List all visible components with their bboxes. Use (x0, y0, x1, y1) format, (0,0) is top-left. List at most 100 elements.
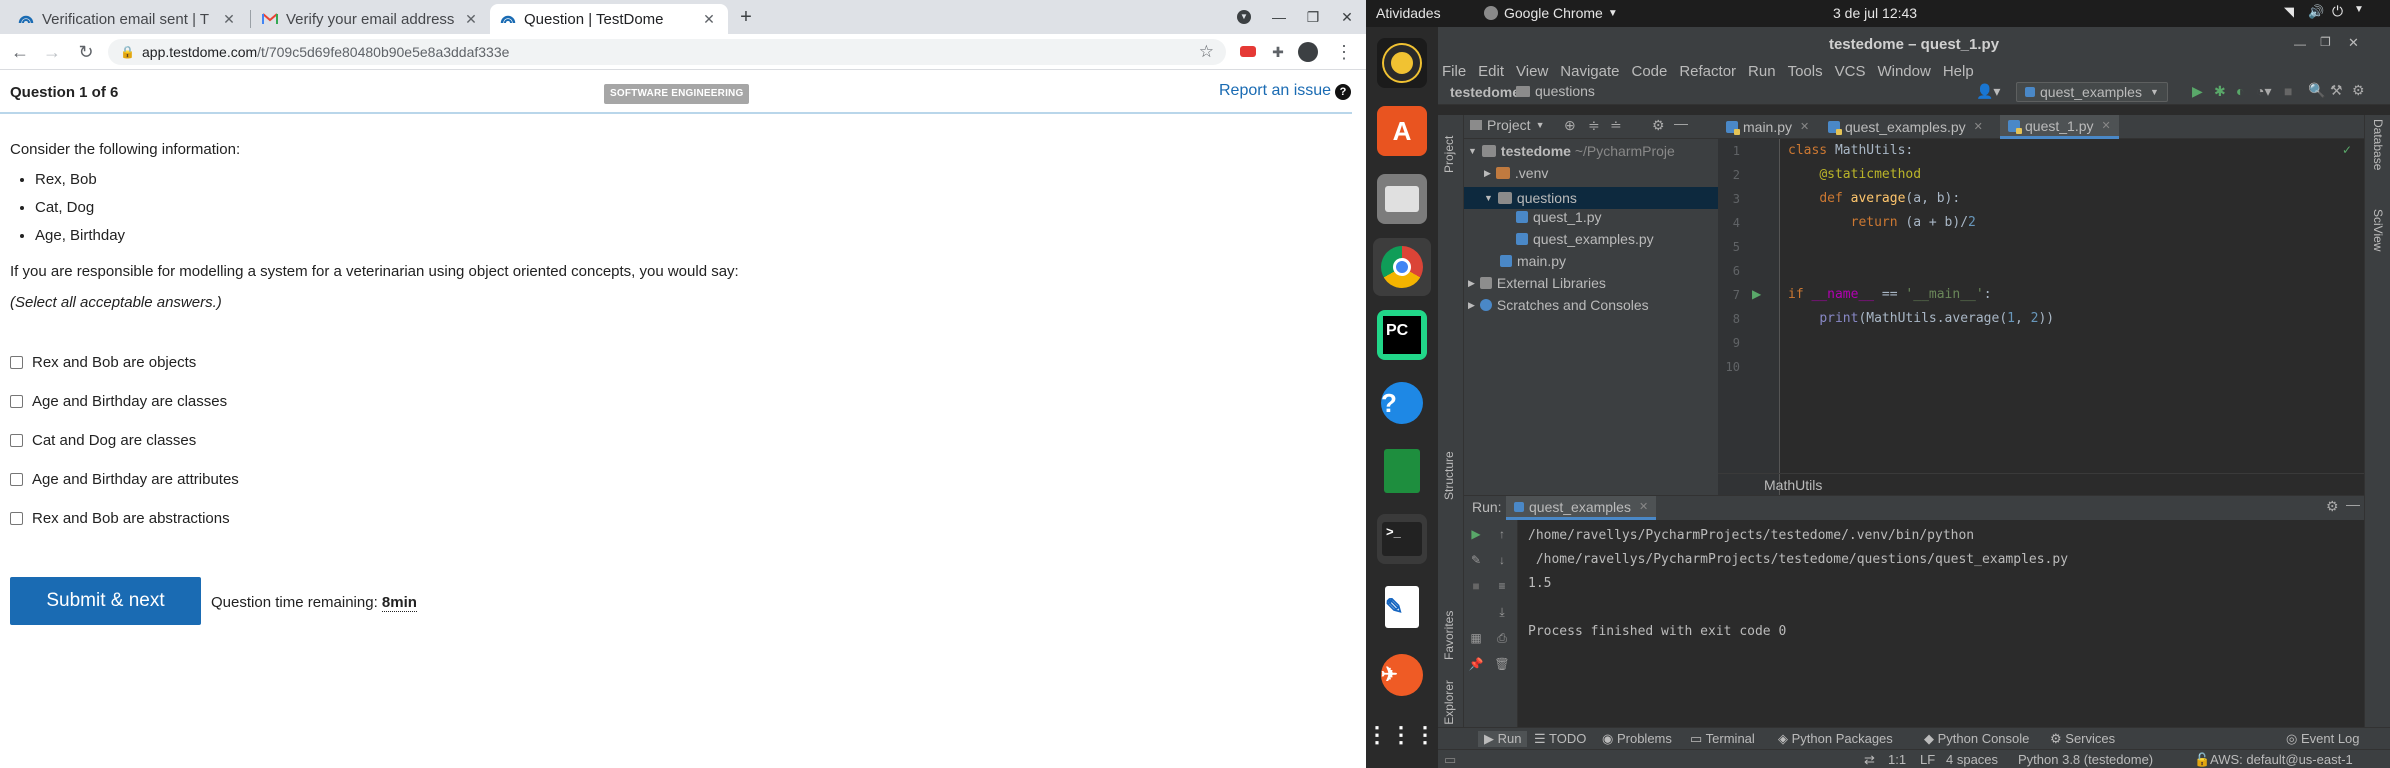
menu-refactor[interactable]: Refactor (1679, 63, 1736, 81)
nav-project[interactable]: testedome (1450, 84, 1520, 100)
spreadsheet-icon[interactable] (1377, 446, 1427, 496)
menu-window[interactable]: Window (1877, 63, 1930, 81)
close-tab-icon[interactable]: ✕ (220, 11, 238, 28)
profile-icon[interactable]: ◔▾ (2256, 83, 2271, 100)
stop-icon[interactable]: ■ (2284, 83, 2292, 99)
code-line[interactable]: def average(a, b): (1788, 191, 1960, 206)
code-line[interactable]: if __name__ == '__main__': (1788, 287, 1992, 302)
answer-label[interactable]: Rex and Bob are abstractions (32, 510, 230, 527)
reload-icon[interactable]: ↻ (74, 40, 98, 64)
code-line[interactable]: return (a + b)/2 (1788, 215, 1976, 230)
answer-option[interactable]: Age and Birthday are attributes (10, 469, 239, 489)
tree-item-questions[interactable]: ▼ questions (1464, 187, 1718, 209)
build-icon[interactable]: ⚒ (2330, 82, 2343, 99)
postman-icon[interactable]: ✈ (1377, 650, 1427, 700)
bottom-tab-todo[interactable]: ☰ TODO (1534, 731, 1586, 747)
profile-avatar[interactable] (1298, 42, 1318, 62)
indent-setting[interactable]: 4 spaces (1946, 752, 1998, 767)
lock-icon[interactable]: 🔓 (2194, 752, 2210, 768)
close-window-icon[interactable]: ✕ (2348, 35, 2359, 51)
code-breadcrumb[interactable]: MathUtils (1718, 473, 2364, 495)
app-menu[interactable]: Google Chrome ▼ (1484, 5, 1618, 21)
menu-view[interactable]: View (1516, 63, 1548, 81)
answer-label[interactable]: Age and Birthday are attributes (32, 471, 239, 488)
menu-file[interactable]: File (1442, 63, 1466, 81)
menu-tools[interactable]: Tools (1788, 63, 1823, 81)
power-icon[interactable]: ⏻ (2332, 3, 2343, 20)
toggle-tool-windows-icon[interactable]: ▭ (1444, 752, 1456, 768)
bottom-tab-problems[interactable]: ◉ Problems (1602, 731, 1672, 747)
back-arrow-icon[interactable]: ← (8, 40, 32, 64)
expand-all-icon[interactable]: ≑ (1588, 117, 1600, 134)
user-icon[interactable]: 👤▾ (1976, 83, 2000, 100)
down-arrow-icon[interactable]: ↓ (1494, 552, 1510, 568)
collapse-all-icon[interactable]: ≐ (1610, 117, 1622, 134)
stop-icon[interactable]: ■ (1468, 578, 1484, 594)
wrench-icon[interactable]: ✎ (1468, 552, 1484, 568)
report-issue-link[interactable]: Report an issue (1219, 82, 1331, 100)
files-icon[interactable] (1377, 174, 1427, 224)
rhythmbox-icon[interactable] (1377, 38, 1427, 88)
aws-profile[interactable]: AWS: default@us-east-1 (2210, 752, 2353, 767)
rerun-icon[interactable]: ▶ (1468, 526, 1484, 542)
inspection-ok-icon[interactable]: ✓ (2342, 143, 2352, 157)
close-tab-icon[interactable]: ✕ (462, 11, 480, 28)
soft-wrap-icon[interactable]: ≡ (1494, 578, 1510, 594)
answer-option[interactable]: Rex and Bob are abstractions (10, 508, 230, 528)
text-editor-icon[interactable]: ✎ (1377, 582, 1427, 632)
answer-checkbox[interactable] (10, 394, 23, 408)
code-line[interactable]: print(MathUtils.average(1, 2)) (1788, 311, 2054, 326)
help-icon[interactable]: ? (1335, 84, 1351, 100)
answer-checkbox[interactable] (10, 355, 23, 369)
answer-checkbox[interactable] (10, 433, 23, 447)
answer-label[interactable]: Age and Birthday are classes (32, 393, 227, 410)
tree-item-quest-examples[interactable]: quest_examples.py (1516, 231, 1654, 247)
youtube-extension-icon[interactable] (1238, 42, 1258, 62)
menu-navigate[interactable]: Navigate (1560, 63, 1619, 81)
google-chrome-icon[interactable] (1373, 238, 1431, 296)
caret-position[interactable]: 1:1 (1888, 752, 1906, 767)
run-tab-quest-examples[interactable]: quest_examples ✕ (1506, 496, 1657, 520)
wifi-icon[interactable]: ◥ (2284, 4, 2294, 20)
bottom-tab-services[interactable]: ⚙ Services (2050, 731, 2115, 747)
tab-verification-email[interactable]: Verification email sent | T ✕ (8, 4, 248, 34)
show-applications-icon[interactable]: ⋮⋮⋮ (1366, 710, 1436, 760)
minimize-icon[interactable]: — (1268, 6, 1290, 28)
activities-button[interactable]: Atividades (1376, 5, 1441, 21)
tree-item-quest1[interactable]: quest_1.py (1516, 209, 1602, 225)
close-tab-icon[interactable]: ✕ (1800, 115, 1809, 139)
pycharm-icon[interactable]: PC (1377, 310, 1427, 360)
maximize-icon[interactable]: ❐ (2320, 35, 2331, 49)
answer-option[interactable]: Cat and Dog are classes (10, 430, 196, 450)
close-tab-icon[interactable]: ✕ (2102, 114, 2111, 138)
tab-search-icon[interactable]: ▼ (1233, 6, 1255, 28)
close-tab-icon[interactable]: ✕ (1639, 500, 1648, 513)
menu-vcs[interactable]: VCS (1835, 63, 1866, 81)
menu-run[interactable]: Run (1748, 63, 1776, 81)
tab-question-testdome[interactable]: Question | TestDome ✕ (490, 4, 728, 34)
tree-item-scratches[interactable]: ▶ Scratches and Consoles (1468, 297, 1649, 313)
up-arrow-icon[interactable]: ↑ (1494, 526, 1510, 542)
clock[interactable]: 3 de jul 12:43 (1833, 5, 1917, 21)
sciview-tool-button[interactable]: SciView (2371, 209, 2385, 251)
answer-option[interactable]: Rex and Bob are objects (10, 352, 196, 372)
line-separator[interactable]: LF (1920, 752, 1935, 767)
bottom-tab-python-packages[interactable]: ◈ Python Packages (1778, 731, 1893, 747)
editor-tab-quest-examples[interactable]: quest_examples.py ✕ (1820, 115, 1991, 139)
debug-icon[interactable]: ✱ (2214, 83, 2226, 100)
bookmark-star-icon[interactable]: ☆ (1199, 39, 1214, 65)
maximize-icon[interactable]: ❐ (1302, 6, 1324, 28)
system-menu-chevron-icon[interactable]: ▼ (2354, 4, 2364, 15)
settings-gear-icon[interactable]: ⚙ (2352, 82, 2365, 99)
volume-icon[interactable]: 🔊 (2308, 4, 2324, 20)
hide-icon[interactable]: — (2346, 496, 2360, 512)
locate-icon[interactable]: ⊕ (1564, 117, 1576, 134)
database-tool-button[interactable]: Database (2371, 119, 2385, 170)
sync-icon[interactable]: ⇄ (1864, 752, 1875, 768)
tab-verify-email[interactable]: Verify your email address ✕ (252, 4, 490, 34)
run-config-select[interactable]: quest_examples ▼ (2016, 82, 2168, 102)
editor-tab-quest1[interactable]: quest_1.py ✕ (2000, 115, 2119, 139)
chrome-menu-icon[interactable]: ⋮ (1334, 42, 1354, 62)
submit-next-button[interactable]: Submit & next (10, 577, 201, 625)
coverage-icon[interactable]: ◐ (2236, 83, 2244, 99)
